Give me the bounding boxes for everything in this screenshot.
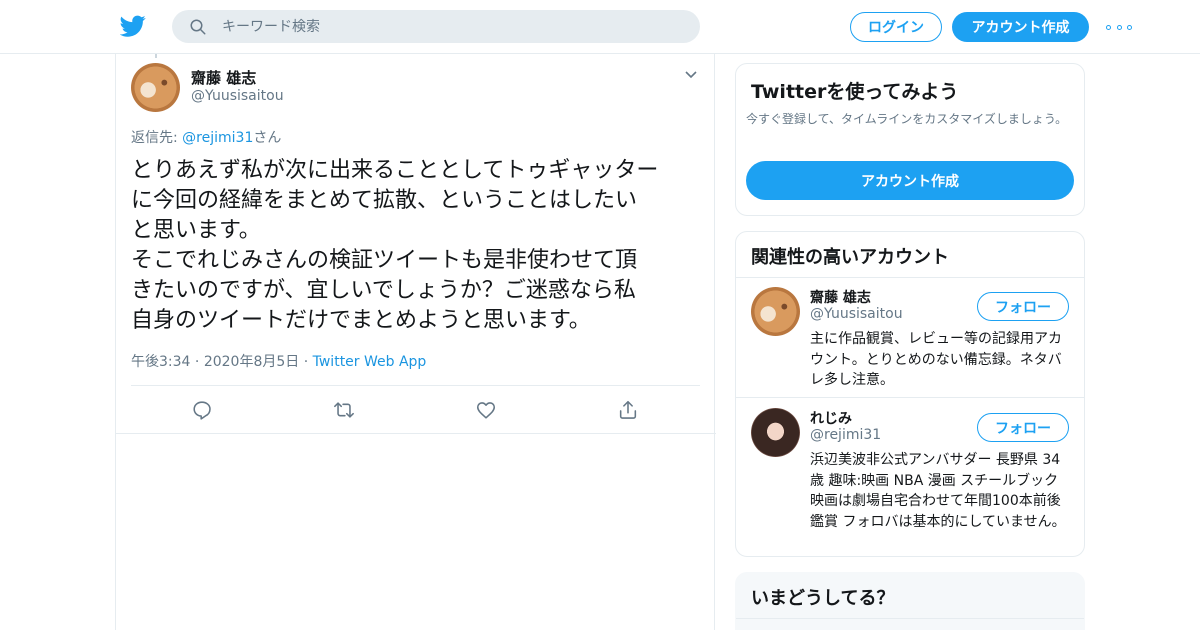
avatar[interactable] xyxy=(751,287,800,336)
search-bar[interactable] xyxy=(172,10,700,43)
dot xyxy=(1116,24,1122,30)
avatar[interactable] xyxy=(131,63,180,112)
follow-button[interactable]: フォロー xyxy=(977,292,1069,321)
signup-button[interactable]: アカウント作成 xyxy=(952,12,1089,42)
related-account-handle[interactable]: @Yuusisaitou xyxy=(810,306,903,322)
dot xyxy=(1106,24,1111,30)
retweet-icon[interactable] xyxy=(333,399,355,421)
login-button[interactable]: ログイン xyxy=(850,12,942,42)
search-icon xyxy=(190,19,206,35)
divider xyxy=(736,618,1084,619)
tweet-author-name[interactable]: 齋藤 雄志 xyxy=(191,67,256,88)
signup-card-title: Twitterを使ってみよう xyxy=(751,81,959,103)
top-navigation-bar: ログイン アカウント作成 xyxy=(0,0,1200,54)
meta-separator: · xyxy=(299,354,313,370)
signup-card-description: 今すぐ登録して、タイムラインをカスタマイズしましょう。 xyxy=(746,112,1068,126)
reply-prefix: 返信先: xyxy=(131,130,183,146)
tweet-metadata: 午後3:34 · 2020年8月5日 · Twitter Web App xyxy=(131,351,426,371)
related-account-name[interactable]: 齋藤 雄志 xyxy=(810,287,871,307)
related-accounts-title: 関連性の高いアカウント xyxy=(751,247,949,268)
tweet-author-handle[interactable]: @Yuusisaitou xyxy=(191,88,284,104)
main-column: 齋藤 雄志 @Yuusisaitou 返信先: @rejimi31さん とりあえ… xyxy=(115,54,716,630)
signup-card: Twitterを使ってみよう 今すぐ登録して、タイムラインをカスタマイズしましょ… xyxy=(735,63,1085,216)
share-icon[interactable] xyxy=(617,399,639,421)
related-accounts-card: 関連性の高いアカウント 齋藤 雄志 @Yuusisaitou フォロー 主に作品… xyxy=(735,231,1085,557)
reply-icon[interactable] xyxy=(191,399,213,421)
thread-connector-line xyxy=(155,54,157,58)
tweet-source-app[interactable]: Twitter Web App xyxy=(313,354,427,370)
reply-suffix: さん xyxy=(253,130,282,146)
trends-title: いまどうしてる？ xyxy=(751,588,895,609)
twitter-bird-icon[interactable] xyxy=(120,13,146,39)
related-account-handle[interactable]: @rejimi31 xyxy=(810,427,881,443)
follow-button[interactable]: フォロー xyxy=(977,413,1069,442)
create-account-button[interactable]: アカウント作成 xyxy=(746,161,1074,200)
tweet-time[interactable]: 午後3:34 xyxy=(131,354,190,370)
reply-to-link[interactable]: @rejimi31 xyxy=(182,130,253,146)
reply-context: 返信先: @rejimi31さん xyxy=(131,127,281,147)
trends-card: いまどうしてる？ xyxy=(735,572,1085,630)
dot xyxy=(1127,24,1132,30)
related-account-name[interactable]: れじみ xyxy=(810,408,852,428)
more-dots-icon[interactable] xyxy=(1106,18,1132,36)
meta-separator: · xyxy=(190,354,204,370)
search-input[interactable] xyxy=(222,10,682,43)
like-icon[interactable] xyxy=(475,399,497,421)
divider xyxy=(736,277,1084,278)
chevron-down-icon[interactable] xyxy=(684,70,698,80)
related-account-bio: 浜辺美波非公式アンバサダー 長野県 34歳 趣味:映画 NBA 漫画 スチールブ… xyxy=(810,452,1066,530)
avatar[interactable] xyxy=(751,408,800,457)
tweet-text: とりあえず私が次に出来ることとしてトゥギャッター に今回の経緯をまとめて拡散、と… xyxy=(131,158,659,333)
tweet-date[interactable]: 2020年8月5日 xyxy=(204,354,299,370)
related-account-bio: 主に作品観賞、レビュー等の記録用アカウント。とりとめのない備忘録。ネタバレ多し注… xyxy=(810,331,1062,388)
tweet-action-bar xyxy=(116,386,716,434)
divider xyxy=(736,397,1084,398)
